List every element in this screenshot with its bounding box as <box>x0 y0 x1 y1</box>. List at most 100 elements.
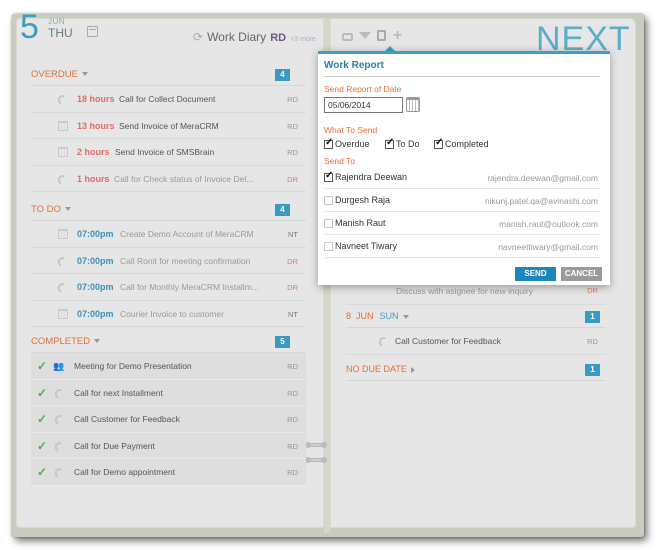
report-date-input[interactable] <box>324 97 403 113</box>
task-time: 2 hours <box>77 147 110 157</box>
phone-icon <box>56 172 65 185</box>
binder-ring-icon <box>305 457 327 463</box>
print-icon[interactable] <box>342 32 353 41</box>
work-report-popup: Work Report Send Report of Date What To … <box>318 51 610 285</box>
task-assignee: RD <box>287 95 298 104</box>
checkbox-unchecked-icon[interactable] <box>324 195 333 205</box>
task-time: 07:00pm <box>77 255 114 266</box>
chevron-down-icon <box>94 339 101 344</box>
todo-header[interactable]: TO DO 4 <box>31 199 306 221</box>
completed-count-badge: 5 <box>275 336 290 348</box>
task-assignee: RD <box>587 337 598 346</box>
task-row[interactable]: ✓ Call for Demo appointment RD <box>31 459 306 486</box>
checkbox-checked-icon[interactable] <box>324 137 333 149</box>
current-day-number: 5 <box>20 8 39 46</box>
task-row[interactable]: 07:00pm Call for Monthly MeraCRM Install… <box>31 274 306 301</box>
calendar-icon <box>58 120 68 131</box>
task-assignee: DR <box>587 286 598 295</box>
recipient-name: Durgesh Raja <box>335 195 391 205</box>
task-row[interactable]: 13 hours Send Invoice of MeraCRM RD <box>31 113 306 139</box>
calendar-picker-icon[interactable] <box>406 97 420 112</box>
task-row[interactable]: 07:00pm Call Ronit for meeting confirmat… <box>31 248 306 274</box>
task-row[interactable]: ✓ Call for next Installment RD <box>31 379 306 406</box>
recipient-row[interactable]: Navneet Tiwary navneettiwary@gmail.com <box>324 236 600 258</box>
report-icon[interactable] <box>377 30 386 41</box>
task-title: Call for next Installment <box>74 387 163 398</box>
recipient-row[interactable]: Rajendra Deewan rajendra.deewan@gmail.co… <box>324 167 600 189</box>
recipient-name: Rajendra Deewan <box>335 172 408 182</box>
sun-header[interactable]: 8 JUN SUN 1 <box>346 306 606 328</box>
task-title: Call Customer for Feedback <box>395 336 501 346</box>
task-assignee: RD <box>287 362 298 371</box>
task-assignee: RD <box>287 121 298 131</box>
add-icon[interactable]: + <box>392 28 403 44</box>
task-assignee: RD <box>287 468 298 477</box>
binder-ring-icon <box>305 442 327 448</box>
recipient-row[interactable]: Manish Raut manish.raut@outlook.com <box>324 213 600 235</box>
current-weekday: THU <box>48 26 73 40</box>
next-page-button[interactable]: NEXT <box>536 22 631 56</box>
todo-title: TO DO <box>31 204 71 215</box>
completed-checkbox[interactable]: Completed <box>434 137 489 149</box>
recipient-email: manish.raut@outlook.com <box>499 219 598 229</box>
task-assignee: DR <box>287 256 298 266</box>
send-button[interactable]: SEND <box>515 267 556 281</box>
recipient-checkbox[interactable]: Rajendra Deewan <box>324 170 408 182</box>
checkbox-checked-icon[interactable] <box>434 137 443 149</box>
filter-icon[interactable] <box>359 32 371 39</box>
task-row[interactable]: ✓ 👥 Meeting for Demo Presentation RD <box>31 353 306 380</box>
task-row[interactable]: 07:00pm Courier Invoice to customer NT <box>31 301 306 327</box>
task-assignee: DR <box>287 283 298 292</box>
sun-count-badge: 1 <box>585 311 600 323</box>
task-time: 07:00pm <box>77 282 114 292</box>
completed-header[interactable]: COMPLETED 5 <box>31 331 306 353</box>
cancel-button[interactable]: CANCEL <box>561 267 602 281</box>
task-row[interactable]: ✓ Call Customer for Feedback RD <box>31 406 306 433</box>
overdue-header[interactable]: OVERDUE 4 <box>31 64 306 86</box>
checkbox-checked-icon[interactable] <box>324 170 333 182</box>
date-label: Send Report of Date <box>324 84 402 94</box>
task-title: Discuss with asignee for new inquiry <box>396 286 534 296</box>
recipient-checkbox[interactable]: Navneet Tiwary <box>324 241 397 251</box>
recipient-checkbox[interactable]: Durgesh Raja <box>324 195 390 205</box>
more-users-link[interactable]: +3 more <box>290 36 316 43</box>
recipient-row[interactable]: Durgesh Raja nikunj.patel.qa@avinashi.co… <box>324 190 600 212</box>
refresh-icon[interactable]: ⟳ <box>193 30 203 44</box>
people-icon: 👥 <box>53 361 65 371</box>
task-assignee: RD <box>287 441 298 451</box>
phone-icon <box>53 439 62 452</box>
todo-checkbox[interactable]: To Do <box>385 137 420 149</box>
task-time: 18 hours <box>77 94 115 104</box>
task-row[interactable]: 07:00pm Create Demo Account of MeraCRM N… <box>31 221 306 248</box>
task-title: Call Customer for Feedback <box>74 414 180 424</box>
diary-title: Work Diary <box>207 30 267 44</box>
no-due-header[interactable]: NO DUE DATE 1 <box>346 359 606 381</box>
calendar-icon[interactable] <box>87 26 98 37</box>
checkbox-unchecked-icon[interactable] <box>324 218 333 228</box>
task-title: Call for Demo appointment <box>74 467 176 477</box>
send-to-label: Send To <box>324 156 356 166</box>
task-time: 07:00pm <box>77 308 114 319</box>
diary-user[interactable]: RD <box>270 32 286 44</box>
phone-icon <box>377 335 386 347</box>
task-time: 07:00pm <box>77 229 114 239</box>
recipient-checkbox[interactable]: Manish Raut <box>324 218 386 228</box>
phone-icon <box>56 93 65 105</box>
task-row[interactable]: 1 hours Call for Check status of Invoice… <box>31 166 306 192</box>
task-row[interactable]: 2 hours Send Invoice of SMSBrain RD <box>31 139 306 166</box>
check-icon: ✓ <box>37 438 48 453</box>
chevron-right-icon <box>410 366 415 373</box>
phone-icon <box>53 413 62 425</box>
sun-section: 8 JUN SUN 1 Call Customer for Feedback RD <box>346 306 606 355</box>
task-row[interactable]: ✓ Call for Due Payment RD <box>31 432 306 459</box>
checkbox-unchecked-icon[interactable] <box>324 241 333 251</box>
task-row[interactable]: Call Customer for Feedback RD <box>346 328 606 355</box>
task-row[interactable]: 18 hours Call for Collect Document RD <box>31 86 306 113</box>
recipient-email: nikunj.patel.qa@avinashi.com <box>484 196 598 206</box>
overdue-checkbox[interactable]: Overdue <box>324 137 370 149</box>
overdue-count-badge: 4 <box>275 69 290 81</box>
task-assignee: DR <box>287 174 298 184</box>
check-icon: ✓ <box>37 385 48 400</box>
no-due-section: NO DUE DATE 1 <box>346 359 606 381</box>
checkbox-checked-icon[interactable] <box>385 137 394 149</box>
